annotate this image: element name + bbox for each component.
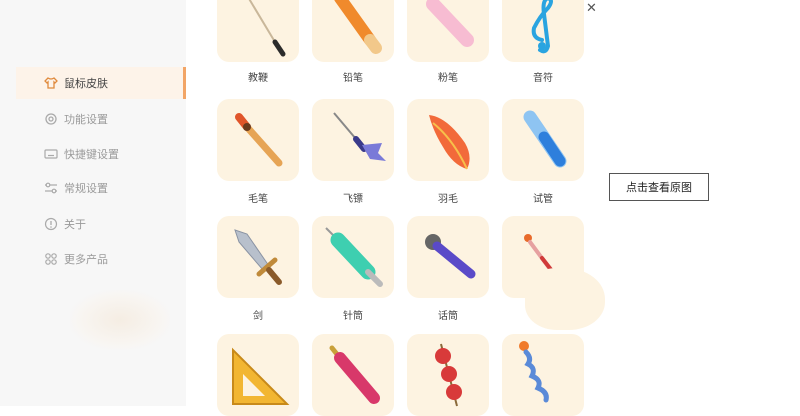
view-original-button[interactable]: 点击查看原图: [609, 173, 709, 201]
close-button[interactable]: ✕: [586, 1, 597, 16]
info-icon: [44, 217, 58, 231]
dart-icon: [333, 112, 386, 161]
cursor-card-candy-skewer[interactable]: [407, 334, 489, 416]
sidebar-item-general-settings[interactable]: 常规设置: [16, 172, 186, 204]
cursor-label: 毛笔: [248, 194, 268, 205]
sidebar-item-label: 更多产品: [64, 253, 108, 266]
cursor-label: 铅笔: [343, 73, 363, 84]
sidebar-item-about[interactable]: 关于: [16, 208, 186, 240]
sidebar-item-function-settings[interactable]: 功能设置: [16, 103, 186, 135]
sidebar-item-label: 常规设置: [64, 182, 108, 195]
triangle-ruler-icon: [232, 347, 290, 405]
keyboard-icon: [44, 149, 58, 159]
cursor-card-test-tube[interactable]: [502, 99, 584, 181]
sliders-icon: [45, 182, 57, 194]
background-blob: [525, 268, 605, 330]
cursor-label: 羽毛: [438, 194, 458, 205]
sidebar-item-label: 功能设置: [64, 113, 108, 126]
sidebar-item-more-products[interactable]: 更多产品: [16, 243, 186, 275]
pencil-icon: [334, 0, 382, 54]
cursor-card-microphone[interactable]: [407, 216, 489, 298]
cursor-label: 话筒: [438, 311, 458, 322]
cursor-card-feather[interactable]: [407, 99, 489, 181]
cursor-card-pencil[interactable]: [312, 0, 394, 62]
pointer-stick-icon: [248, 0, 286, 57]
cursor-label: 试管: [533, 194, 553, 205]
candy-skewer-icon: [435, 343, 462, 407]
cursor-label: 针筒: [343, 311, 363, 322]
music-note-icon: [531, 0, 553, 54]
cursor-label: 教鞭: [248, 73, 268, 84]
syringe-icon: [325, 227, 383, 287]
sidebar-item-shortcut-settings[interactable]: 快捷键设置: [16, 138, 186, 170]
cursor-label: 音符: [533, 73, 553, 84]
brush-icon: [235, 113, 283, 167]
sword-icon: [234, 229, 282, 285]
cursor-card-pointer-stick[interactable]: [217, 0, 299, 62]
chalk-icon: [426, 0, 474, 47]
cursor-card-sword[interactable]: [217, 216, 299, 298]
sidebar-item-label: 关于: [64, 218, 86, 231]
background-smudge: [70, 290, 170, 350]
cursor-card-chalk[interactable]: [407, 0, 489, 62]
gear-icon: [45, 113, 57, 125]
sidebar-item-label: 快捷键设置: [64, 148, 119, 161]
cursor-card-music-note[interactable]: [502, 0, 584, 62]
shirt-icon: [44, 77, 58, 89]
test-tube-icon: [523, 110, 567, 168]
cursor-label: 剑: [253, 311, 263, 322]
fountain-pen-icon: [329, 345, 380, 404]
sidebar-item-label: 鼠标皮肤: [64, 77, 108, 90]
apps-grid-icon: [45, 253, 57, 265]
cursor-label: 粉笔: [438, 73, 458, 84]
feather-icon: [429, 115, 470, 170]
twisted-wand-icon: [519, 341, 549, 403]
cursor-card-syringe[interactable]: [312, 216, 394, 298]
cursor-card-fountain-pen[interactable]: [312, 334, 394, 416]
cursor-card-triangle-ruler[interactable]: [217, 334, 299, 416]
cursor-card-brush[interactable]: [217, 99, 299, 181]
microphone-icon: [425, 234, 476, 279]
sidebar-item-cursor-skin[interactable]: 鼠标皮肤: [16, 67, 186, 99]
cursor-label: 飞镖: [343, 194, 363, 205]
sidebar: 鼠标皮肤 功能设置 快捷键设置 常规设置 关于 更多产品: [0, 0, 186, 406]
cursor-card-dart[interactable]: [312, 99, 394, 181]
cursor-card-twisted-wand[interactable]: [502, 334, 584, 416]
